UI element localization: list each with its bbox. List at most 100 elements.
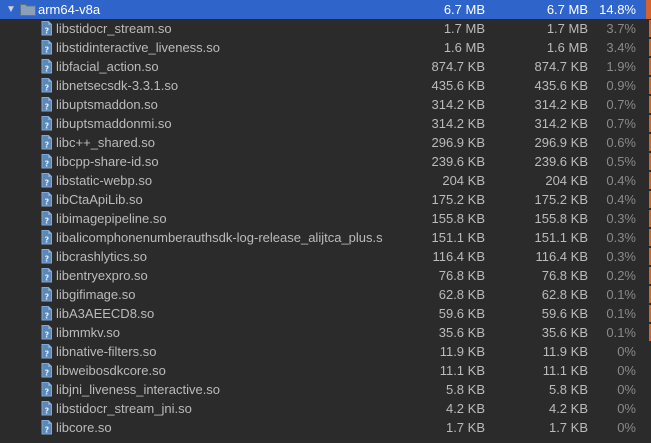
download-size: 6.7 MB <box>546 2 588 17</box>
tree-row-file[interactable]: ? libfacial_action.so 874.7 KB 874.7 KB 1.9% <box>0 57 651 76</box>
percent-of-total: 0.4% <box>606 192 636 207</box>
download-size: 239.6 KB <box>534 154 589 169</box>
raw-size: 1.7 KB <box>445 420 485 435</box>
tree-row-file[interactable]: ? libentryexpro.so 76.8 KB 76.8 KB 0.2% <box>0 266 651 285</box>
download-size: 59.6 KB <box>541 306 588 321</box>
tree-row-file[interactable]: ? libgifimage.so 62.8 KB 62.8 KB 0.1% <box>0 285 651 304</box>
raw-size: 62.8 KB <box>438 287 485 302</box>
raw-size: 435.6 KB <box>431 78 486 93</box>
file-name: libuptsmaddonmi.so <box>56 116 172 131</box>
svg-text:?: ? <box>44 407 49 416</box>
raw-size: 11.9 KB <box>439 344 485 359</box>
tree-row-file[interactable]: ? libcrashlytics.so 116.4 KB 116.4 KB 0.3% <box>0 247 651 266</box>
raw-size: 155.8 KB <box>431 211 486 226</box>
percent-of-total: 1.9% <box>606 59 636 74</box>
raw-size: 314.2 KB <box>431 97 486 112</box>
download-size: 435.6 KB <box>534 78 589 93</box>
percent-of-total: 0.9% <box>606 78 636 93</box>
svg-text:?: ? <box>44 179 49 188</box>
download-size: 11.9 KB <box>542 344 588 359</box>
chevron-down-icon[interactable]: ▼ <box>5 0 17 19</box>
file-name: libCtaApiLib.so <box>56 192 143 207</box>
percent-of-total: 0.1% <box>606 287 636 302</box>
raw-size: 874.7 KB <box>431 59 486 74</box>
tree-row-file[interactable]: ? libnative-filters.so 11.9 KB 11.9 KB 0% <box>0 342 651 361</box>
tree-row-file[interactable]: ? libjni_liveness_interactive.so 5.8 KB 5.8… <box>0 380 651 399</box>
unknown-file-icon: ? <box>38 39 55 56</box>
percent-of-total: 0% <box>617 363 636 378</box>
tree-row-file[interactable]: ? libCtaApiLib.so 175.2 KB 175.2 KB 0.4% <box>0 190 651 209</box>
file-name: libimagepipeline.so <box>56 211 167 226</box>
tree-row-file[interactable]: ? libuptsmaddonmi.so 314.2 KB 314.2 KB 0.7% <box>0 114 651 133</box>
svg-text:?: ? <box>44 122 49 131</box>
tree-row-file[interactable]: ? libstatic-webp.so 204 KB 204 KB 0.4% <box>0 171 651 190</box>
svg-text:?: ? <box>44 388 49 397</box>
file-name: libcore.so <box>56 420 112 435</box>
unknown-file-icon: ? <box>38 191 55 208</box>
unknown-file-icon: ? <box>38 324 55 341</box>
tree-row-arm64-v8a[interactable]: ▼ arm64-v8a 6.7 MB 6.7 MB 14.8% <box>0 0 651 19</box>
file-name: libcpp-share-id.so <box>56 154 159 169</box>
tree-row-file[interactable]: ? libc++_shared.so 296.9 KB 296.9 KB 0.6% <box>0 133 651 152</box>
file-name: libstidinteractive_liveness.so <box>56 40 221 55</box>
unknown-file-icon: ? <box>38 172 55 189</box>
download-size: 1.7 KB <box>548 420 588 435</box>
unknown-file-icon: ? <box>38 248 55 265</box>
unknown-file-icon: ? <box>38 400 55 417</box>
file-name: libstatic-webp.so <box>56 173 153 188</box>
download-size: 11.1 KB <box>542 363 588 378</box>
download-size: 155.8 KB <box>534 211 589 226</box>
percent-of-total: 0.2% <box>606 268 636 283</box>
file-name: libA3AEECD8.so <box>56 306 155 321</box>
download-size: 151.1 KB <box>534 230 589 245</box>
file-name: libstidocr_stream_jni.so <box>56 401 192 416</box>
raw-size: 59.6 KB <box>438 306 485 321</box>
percent-of-total: 0% <box>617 344 636 359</box>
percent-of-total: 0% <box>617 420 636 435</box>
file-name: libnative-filters.so <box>56 344 157 359</box>
download-size: 5.8 KB <box>548 382 588 397</box>
apk-analyzer-tree: ▼ arm64-v8a 6.7 MB 6.7 MB 14.8% ? libstid… <box>0 0 651 443</box>
svg-text:?: ? <box>44 160 49 169</box>
tree-row-file[interactable]: ? libstidinteractive_liveness.so 1.6 MB 1.6… <box>0 38 651 57</box>
percent-of-total: 3.4% <box>606 40 636 55</box>
unknown-file-icon: ? <box>38 20 55 37</box>
tree-row-file[interactable]: ? libmmkv.so 35.6 KB 35.6 KB 0.1% <box>0 323 651 342</box>
file-list: ? libstidocr_stream.so 1.7 MB 1.7 MB 3.7%? li… <box>0 19 651 437</box>
file-name: libnetsecsdk-3.3.1.so <box>56 78 179 93</box>
raw-size: 116.4 KB <box>432 249 485 264</box>
tree-row-file[interactable]: ? libnetsecsdk-3.3.1.so 435.6 KB 435.6 KB 0.… <box>0 76 651 95</box>
unknown-file-icon: ? <box>38 381 55 398</box>
unknown-file-icon: ? <box>38 286 55 303</box>
download-size: 62.8 KB <box>541 287 588 302</box>
tree-row-file[interactable]: ? libimagepipeline.so 155.8 KB 155.8 KB 0.3% <box>0 209 651 228</box>
tree-row-file[interactable]: ? libA3AEECD8.so 59.6 KB 59.6 KB 0.1% <box>0 304 651 323</box>
svg-text:?: ? <box>44 293 49 302</box>
download-size: 204 KB <box>545 173 588 188</box>
tree-row-file[interactable]: ? libstidocr_stream_jni.so 4.2 KB 4.2 KB 0% <box>0 399 651 418</box>
folder-name: arm64-v8a <box>38 2 101 17</box>
file-name: libweibosdkcore.so <box>56 363 166 378</box>
download-size: 76.8 KB <box>541 268 588 283</box>
file-name: libjni_liveness_interactive.so <box>56 382 221 397</box>
tree-row-file[interactable]: ? libcpp-share-id.so 239.6 KB 239.6 KB 0.5% <box>0 152 651 171</box>
unknown-file-icon: ? <box>38 210 55 227</box>
download-size: 4.2 KB <box>548 401 588 416</box>
tree-row-file[interactable]: ? libstidocr_stream.so 1.7 MB 1.7 MB 3.7% <box>0 19 651 38</box>
svg-text:?: ? <box>44 426 49 435</box>
svg-text:?: ? <box>44 255 49 264</box>
unknown-file-icon: ? <box>38 134 55 151</box>
unknown-file-icon: ? <box>38 267 55 284</box>
tree-row-file[interactable]: ? libuptsmaddon.so 314.2 KB 314.2 KB 0.7% <box>0 95 651 114</box>
tree-row-file[interactable]: ? libcore.so 1.7 KB 1.7 KB 0% <box>0 418 651 437</box>
raw-size: 151.1 KB <box>431 230 486 245</box>
svg-text:?: ? <box>44 103 49 112</box>
unknown-file-icon: ? <box>38 58 55 75</box>
svg-text:?: ? <box>44 236 49 245</box>
raw-size: 76.8 KB <box>438 268 485 283</box>
percent-of-total: 14.8% <box>599 2 636 17</box>
tree-row-file[interactable]: ? libweibosdkcore.so 11.1 KB 11.1 KB 0% <box>0 361 651 380</box>
unknown-file-icon: ? <box>38 96 55 113</box>
tree-row-file[interactable]: ? libalicomphonenumberauthsdk-log-release… <box>0 228 651 247</box>
raw-size: 239.6 KB <box>431 154 486 169</box>
